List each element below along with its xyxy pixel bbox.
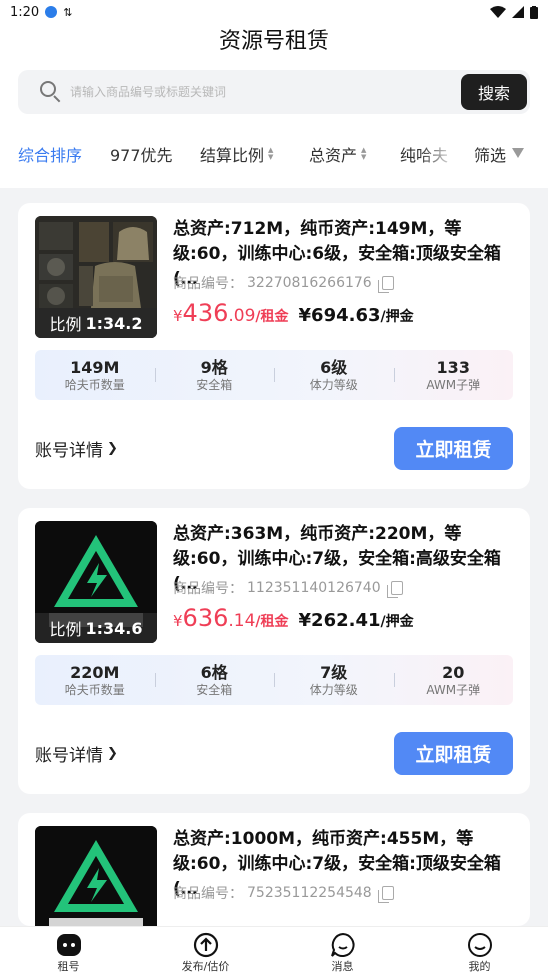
stat-safe-box: 6格 安全箱: [154, 655, 275, 705]
robot-icon: [55, 931, 83, 958]
game-logo-image: [35, 826, 157, 926]
account-detail-toggle[interactable]: 账号详情 ❯: [35, 436, 118, 461]
rent-now-button[interactable]: 立即租赁: [394, 427, 513, 470]
sort-arrows-icon: ▲ ▼: [268, 146, 274, 161]
page-header: 资源号租赁 搜索 综合排序 977优先 结算比例 ▲▼ 总资产 ▲▼ 纯哈夫 筛…: [0, 24, 548, 188]
tab-profile[interactable]: 我的: [411, 927, 548, 974]
bottom-tab-bar: 租号 发布/估价 消息 我的: [0, 926, 548, 974]
rent-price: 636: [182, 604, 229, 632]
signal-arrows-icon: ⇅: [63, 5, 73, 19]
upload-circle-icon: [192, 931, 220, 958]
stat-safe-box: 9格 安全箱: [154, 350, 275, 400]
sort-total-assets[interactable]: 总资产 ▲ ▼: [309, 142, 366, 166]
stat-stamina-level: 6级 体力等级: [274, 350, 394, 400]
listing-card[interactable]: 比例 1:34.2 总资产:712M，纯币资产:149M，等级:60，训练中心:6…: [18, 203, 530, 489]
sort-977-first[interactable]: 977优先: [110, 142, 173, 166]
stat-haf-coins: 149M 哈夫币数量: [64, 357, 125, 392]
listing-thumbnail: 比例 1:34.6: [35, 521, 157, 643]
copy-icon[interactable]: [377, 276, 394, 293]
cell-signal-icon: [512, 6, 524, 18]
search-icon: [40, 81, 62, 103]
page-title: 资源号租赁: [218, 29, 329, 54]
rent-now-button[interactable]: 立即租赁: [394, 732, 513, 775]
price-row: ¥ 436 .09 /租金 ¥694.63/押金: [173, 299, 414, 327]
price-row: ¥ 636 .14 /租金 ¥262.41/押金: [173, 604, 414, 632]
stat-haf-coins: 220M 哈夫币数量: [64, 662, 125, 697]
sort-bar: 综合排序 977优先 结算比例 ▲ ▼ 总资产 ▲ ▼ 纯哈夫 筛选: [0, 138, 548, 170]
deposit: ¥694.63/押金: [298, 305, 414, 326]
tab-publish-valuation[interactable]: 发布/估价: [137, 927, 274, 974]
listing-code: 商品编号： 32270816266176: [173, 273, 394, 293]
listing-card[interactable]: 比例 1:34.6 总资产:363M，纯币资产:220M，等级:60，训练中心:7…: [18, 508, 530, 794]
listing-code: 商品编号： 112351140126740: [173, 578, 403, 598]
smiley-icon: [466, 931, 494, 958]
listing-card[interactable]: 总资产:1000M，纯币资产:455M，等级:60，训练中心:7级，安全箱:顶级…: [18, 813, 530, 926]
copy-icon[interactable]: [386, 581, 403, 598]
sort-pure-haf[interactable]: 纯哈夫: [400, 142, 448, 166]
listing-thumbnail: 比例 1:34.2: [35, 216, 157, 338]
chat-bubble-icon: [329, 931, 357, 958]
sort-settlement-ratio[interactable]: 结算比例 ▲ ▼: [200, 142, 273, 166]
deposit: ¥262.41/押金: [298, 610, 414, 631]
search-bar: 搜索: [18, 70, 530, 114]
filter-button[interactable]: 筛选: [474, 142, 525, 166]
copy-icon[interactable]: [377, 886, 394, 903]
rent-price-decimal: .14: [228, 611, 256, 631]
battery-icon: [530, 5, 538, 19]
rent-unit: /租金: [255, 614, 289, 630]
stat-awm-ammo: 133 AWM子弹: [393, 350, 514, 400]
ratio-badge: 比例 1:34.2: [35, 308, 157, 338]
sort-arrows-icon: ▲ ▼: [361, 146, 367, 161]
ratio-badge: 比例 1:34.6: [35, 613, 157, 643]
status-bar: 1:20 ⇅: [0, 0, 548, 24]
search-button[interactable]: 搜索: [461, 74, 527, 110]
download-icon: [45, 6, 58, 18]
chevron-down-icon: ❯: [107, 746, 118, 761]
chevron-down-icon: ❯: [107, 441, 118, 456]
rent-price: 436: [182, 299, 229, 327]
tab-rent[interactable]: 租号: [0, 927, 137, 974]
filter-icon: [512, 148, 525, 160]
price-currency: ¥: [173, 612, 183, 630]
stats-panel: 149M 哈夫币数量 9格 安全箱 6级 体力等级 133 AWM子弹: [35, 350, 513, 400]
sort-comprehensive[interactable]: 综合排序: [18, 142, 82, 166]
stat-awm-ammo: 20 AWM子弹: [393, 655, 514, 705]
listing-thumbnail: [35, 826, 157, 926]
stats-panel: 220M 哈夫币数量 6格 安全箱 7级 体力等级 20 AWM子弹: [35, 655, 513, 705]
account-detail-toggle[interactable]: 账号详情 ❯: [35, 741, 118, 766]
price-currency: ¥: [173, 307, 183, 325]
status-time: 1:20: [10, 4, 40, 20]
listing-code: 商品编号： 75235112254548: [173, 883, 394, 903]
rent-unit: /租金: [255, 309, 289, 325]
tab-messages[interactable]: 消息: [274, 927, 411, 974]
rent-price-decimal: .09: [228, 306, 256, 326]
stat-stamina-level: 7级 体力等级: [274, 655, 394, 705]
wifi-icon: [490, 6, 506, 18]
